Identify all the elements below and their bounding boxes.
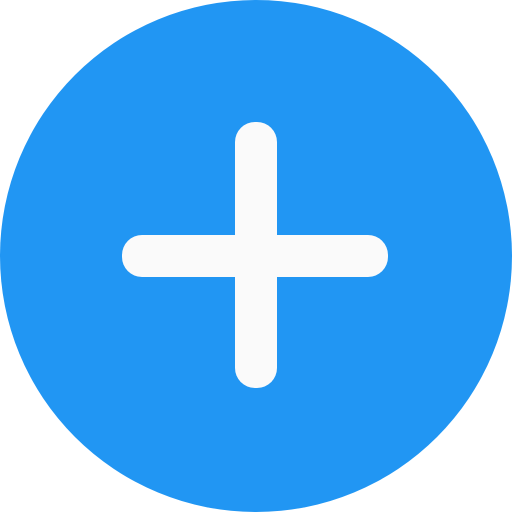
add-button-label	[256, 256, 257, 257]
add-button[interactable]	[0, 0, 512, 512]
plus-vertical-bar	[235, 122, 277, 388]
plus-icon	[0, 0, 512, 512]
plus-horizontal-bar	[122, 235, 388, 277]
app-canvas	[0, 0, 512, 512]
